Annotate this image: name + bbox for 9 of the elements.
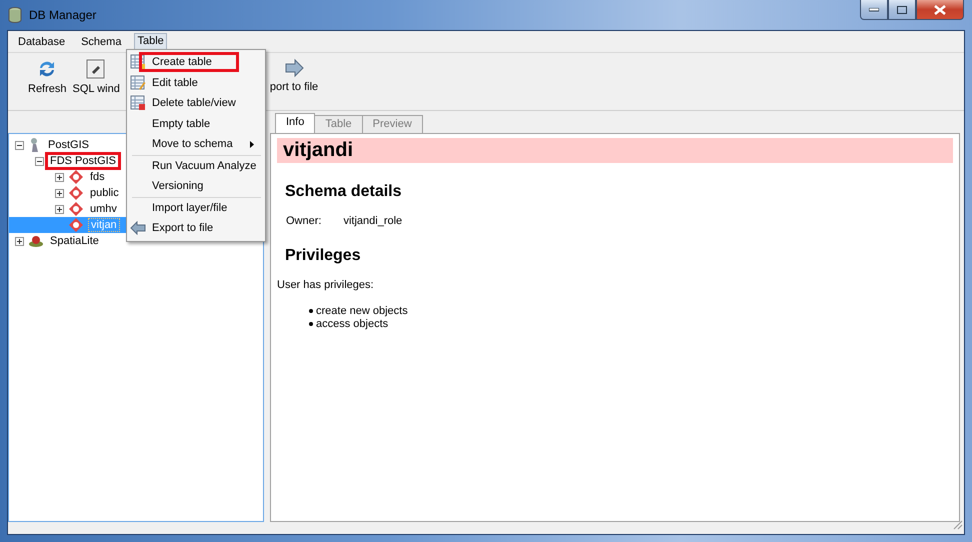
- privilege-item: create new objects: [316, 305, 408, 317]
- owner-label: Owner:: [286, 215, 322, 227]
- section-heading: Schema details: [285, 183, 402, 201]
- privilege-item: access objects: [316, 318, 388, 330]
- schema-title: vitjandi: [277, 138, 953, 163]
- owner-value: vitjandi_role: [343, 215, 402, 227]
- window-title: DB Manager: [29, 8, 96, 22]
- privileges-intro: User has privileges:: [277, 279, 375, 291]
- section-heading: Privileges: [285, 247, 362, 265]
